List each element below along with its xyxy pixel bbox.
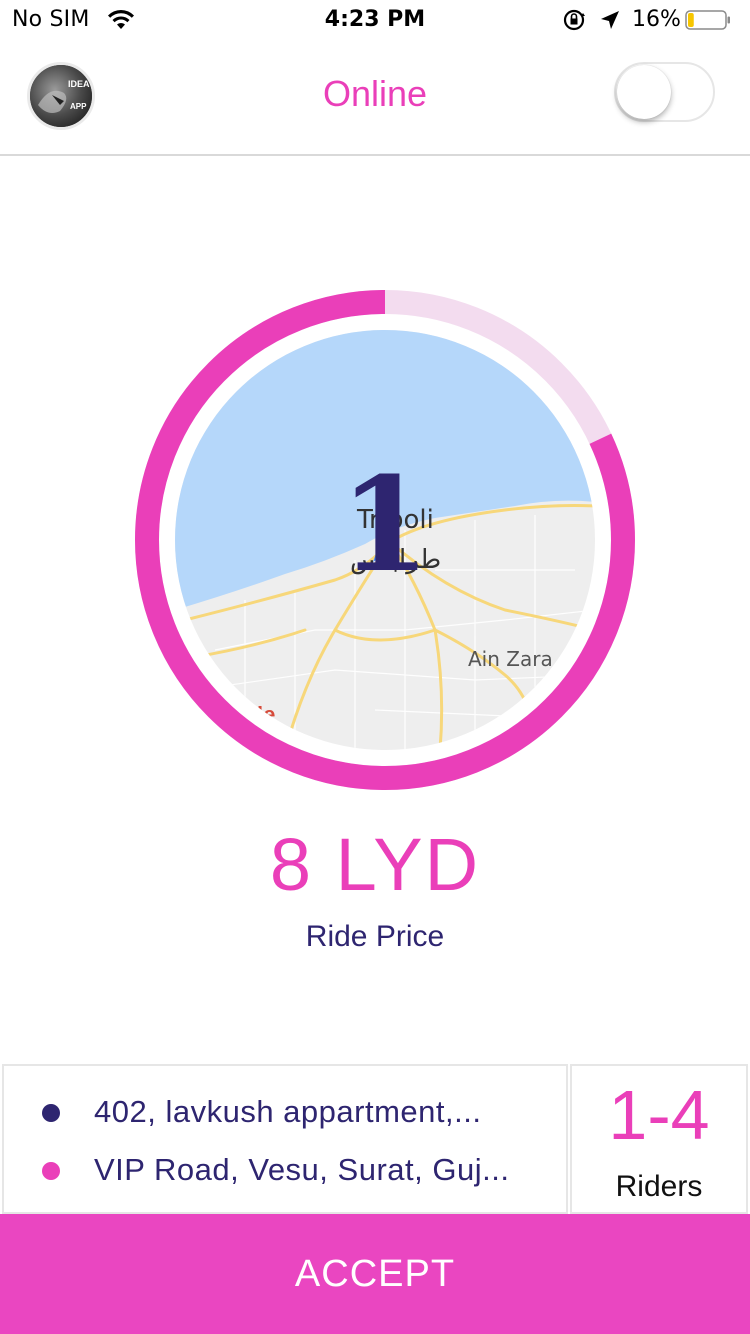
accept-button[interactable]: ACCEPT [0,1214,750,1334]
status-bar: No SIM 4:23 PM 16% [0,0,750,40]
drop-address: VIP Road, Vesu, Surat, Guj... [94,1152,510,1187]
battery-percent: 16% [632,7,681,32]
online-toggle[interactable] [614,62,715,122]
ride-price-value: 8 LYD [269,823,481,906]
ride-price-label: Ride Price [305,920,445,953]
riders-label: Riders [615,1170,703,1203]
pickup-dot-icon [42,1104,60,1122]
toggle-knob[interactable] [617,65,671,119]
map-label: Ain Zara [468,647,553,671]
orientation-lock-icon [563,9,585,31]
countdown-number: 1 [339,448,431,601]
battery-icon [685,10,730,30]
drop-dot-icon [42,1162,60,1180]
pickup-row: 402, lavkush appartment,... [4,1094,564,1134]
trip-address-card: 402, lavkush appartment,... VIP Road, Ve… [2,1064,568,1214]
pickup-address: 402, lavkush appartment,... [94,1094,482,1129]
top-bar: IDEA APP Online [0,40,750,156]
map-logo: le [257,702,275,727]
riders-range: 1-4 [608,1076,710,1154]
drop-row: VIP Road, Vesu, Surat, Guj... [4,1152,564,1192]
riders-card: 1-4 Riders [570,1064,748,1214]
location-arrow-icon [601,11,619,29]
request-timer: Tripoli طرابلس Ain Zara le 1 [135,290,635,790]
